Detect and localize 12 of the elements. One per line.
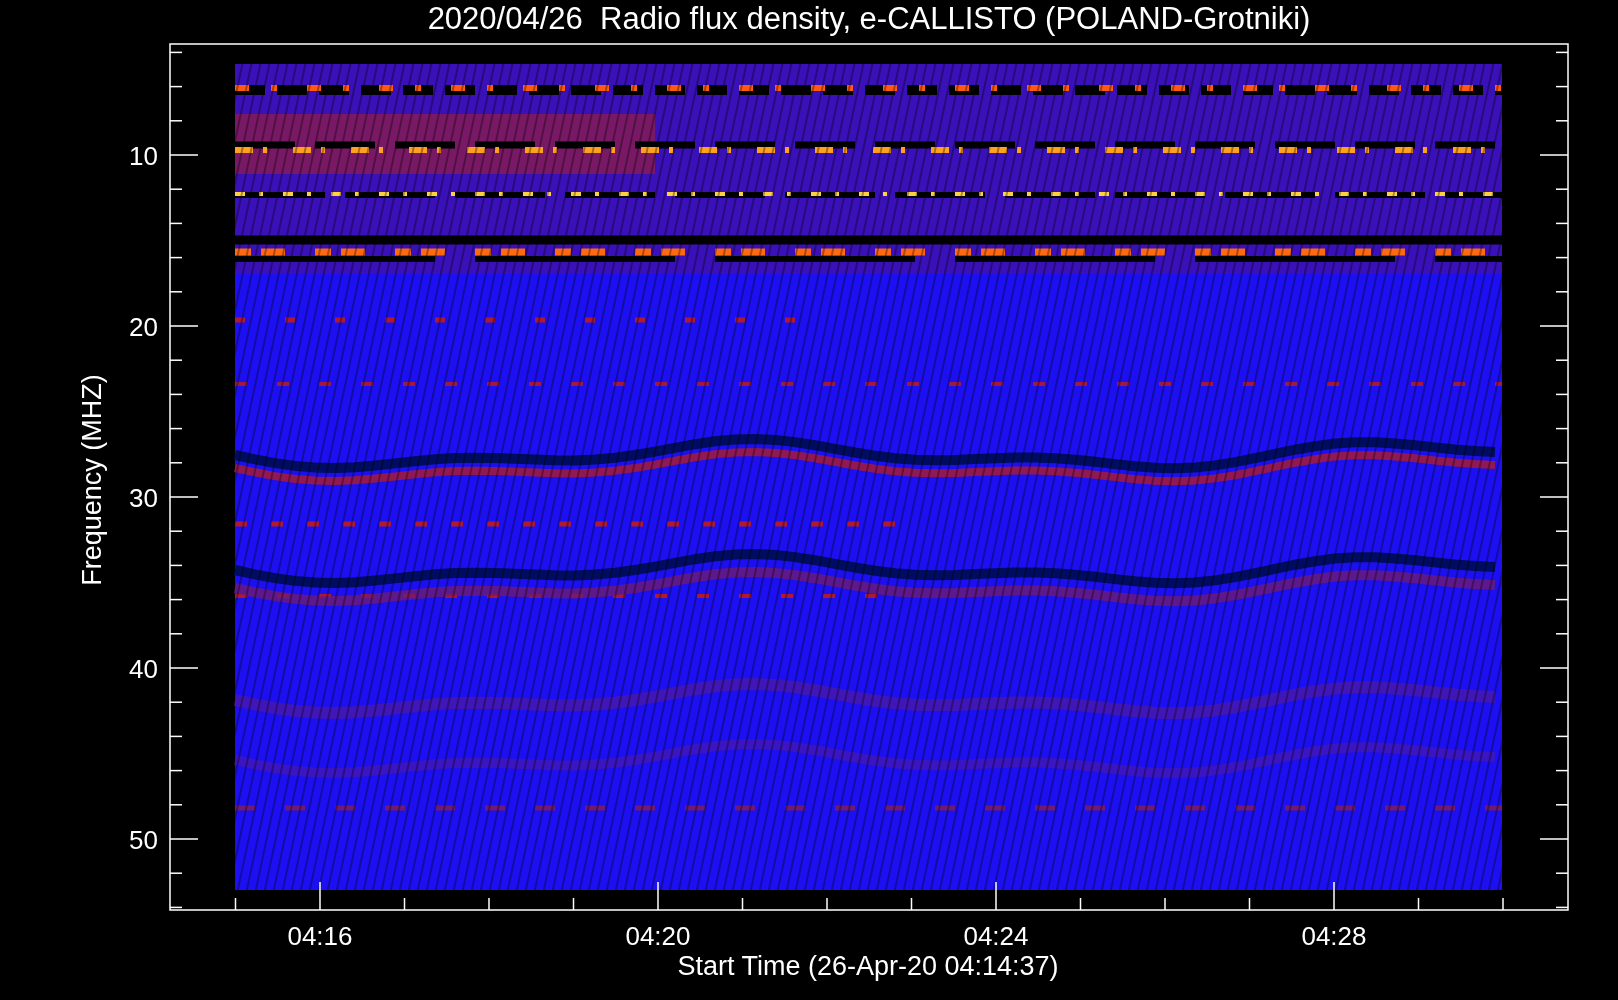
y-tick-label: 10 [129,141,158,171]
chart-title: 2020/04/26 Radio flux density, e-CALLISTO (POLAND-Grotniki) [427,1,1311,36]
y-tick-label: 30 [129,483,158,513]
y-tick-label: 50 [129,825,158,855]
y-tick-label: 40 [129,654,158,684]
x-tick-label: 04:16 [287,921,353,951]
x-tick-label: 04:24 [963,921,1029,951]
x-axis-label: Start Time (26-Apr-20 04:14:37) [677,951,1059,981]
x-tick-label: 04:20 [625,921,691,951]
y-axis-label: Frequency (MHZ) [77,374,107,586]
x-tick-label: 04:28 [1301,921,1367,951]
y-tick-label: 20 [129,312,158,342]
